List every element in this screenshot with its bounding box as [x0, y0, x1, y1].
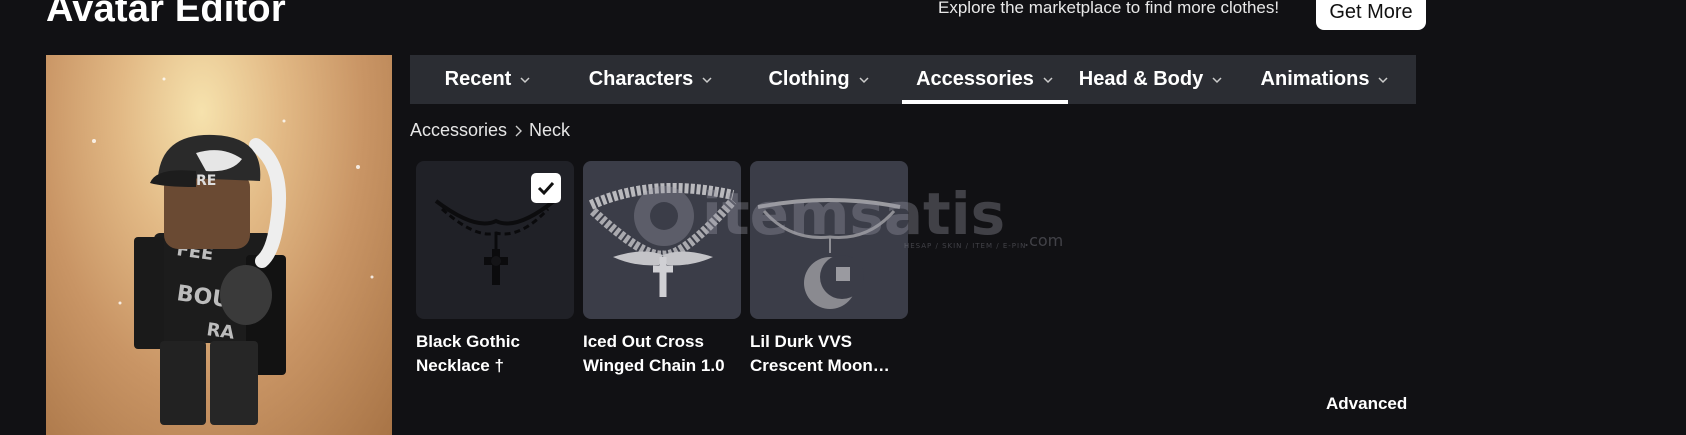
tab-head-body[interactable]: Head & Body: [1068, 55, 1234, 104]
chevron-down-icon: [1378, 76, 1388, 83]
tab-accessories[interactable]: Accessories: [902, 55, 1068, 104]
chevron-right-icon: [515, 125, 523, 136]
item-card-iced-out-cross-winged-chain[interactable]: Iced Out Cross Winged Chain 1.0: [583, 161, 741, 378]
chevron-down-icon: [1043, 76, 1053, 83]
chevron-down-icon: [1212, 76, 1222, 83]
avatar-figure: FEE BOU RA RE: [92, 77, 374, 425]
tab-characters[interactable]: Characters: [566, 55, 736, 104]
chevron-down-icon: [859, 76, 869, 83]
breadcrumb: Accessories Neck: [410, 120, 570, 141]
tab-label: Accessories: [916, 68, 1034, 90]
item-thumbnail: [416, 161, 574, 319]
page-title: Avatar Editor: [46, 0, 286, 30]
moon-pendant-image: [757, 198, 901, 309]
item-card-black-gothic-necklace[interactable]: Black Gothic Necklace †: [416, 161, 574, 378]
tab-label: Animations: [1260, 68, 1370, 90]
tab-label: Characters: [588, 68, 694, 90]
item-thumbnail: [750, 161, 908, 319]
category-tabs: Recent Characters Clothing Accessories H…: [410, 55, 1416, 104]
avatar-preview[interactable]: FEE BOU RA RE: [46, 55, 392, 435]
get-more-button[interactable]: Get More: [1316, 0, 1426, 30]
item-name: Iced Out Cross Winged Chain 1.0: [583, 332, 725, 375]
chevron-down-icon: [702, 76, 712, 83]
tab-recent[interactable]: Recent: [410, 55, 566, 104]
breadcrumb-current: Neck: [529, 120, 571, 140]
selected-checkmark-icon[interactable]: [531, 173, 561, 203]
svg-text:.com: .com: [1024, 231, 1063, 250]
tab-label: Recent: [444, 68, 512, 90]
tab-label: Head & Body: [1078, 68, 1204, 90]
breadcrumb-parent-link[interactable]: Accessories: [410, 120, 507, 141]
item-thumbnail: [583, 161, 741, 319]
explore-marketplace-text: Explore the marketplace to find more clo…: [938, 0, 1280, 17]
svg-text:HESAP / SKIN / ITEM / E-PIN: HESAP / SKIN / ITEM / E-PIN: [904, 242, 1026, 250]
svg-text:RA: RA: [205, 319, 236, 344]
tab-clothing[interactable]: Clothing: [736, 55, 902, 104]
item-grid: Black Gothic Necklace † Iced Out Cross W…: [416, 161, 908, 378]
tab-animations[interactable]: Animations: [1234, 55, 1416, 104]
advanced-link[interactable]: Advanced: [1326, 394, 1407, 414]
chevron-down-icon: [520, 76, 530, 83]
tab-label: Clothing: [768, 68, 850, 90]
item-name: Lil Durk VVS Crescent Moon…: [750, 332, 890, 375]
item-name: Black Gothic Necklace †: [416, 332, 520, 375]
svg-text:RE: RE: [196, 173, 216, 189]
chain-image: [588, 182, 737, 297]
item-card-lil-durk-vvs-crescent-moon[interactable]: Lil Durk VVS Crescent Moon…: [750, 161, 908, 378]
